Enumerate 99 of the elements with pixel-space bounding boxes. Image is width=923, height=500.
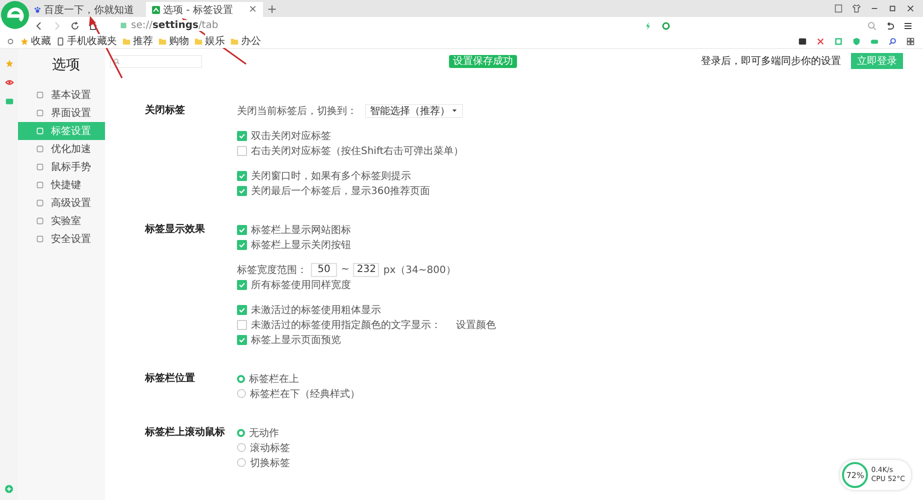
folder-icon — [194, 36, 203, 46]
square-icon — [36, 109, 44, 117]
address-field[interactable]: se://settings/tab — [120, 18, 635, 32]
checkbox[interactable] — [237, 334, 247, 344]
checkbox-option[interactable]: 所有标签使用同样宽度 — [237, 278, 351, 292]
memory-ring: 72% — [842, 462, 868, 488]
page-icon — [120, 22, 127, 29]
sidebar-item[interactable]: 鼠标手势 — [18, 158, 105, 176]
range-separator: ~ — [341, 264, 350, 275]
checkbox[interactable] — [237, 280, 247, 290]
sidebar-item[interactable]: 实验室 — [18, 212, 105, 230]
close-tab-button[interactable]: × — [248, 4, 257, 15]
grid-icon[interactable] — [906, 36, 915, 46]
square-icon — [36, 127, 44, 135]
sidebar-item[interactable]: 优化加速 — [18, 140, 105, 158]
sidebar-item[interactable]: 快捷键 — [18, 176, 105, 194]
checkbox[interactable] — [237, 186, 247, 196]
star-icon — [20, 36, 29, 46]
unit-hint: px（34~800） — [383, 264, 456, 276]
radio-button[interactable] — [237, 428, 245, 436]
folder-icon — [122, 36, 131, 46]
sidebar-item[interactable]: 基本设置 — [18, 86, 105, 104]
checkbox[interactable] — [237, 130, 247, 140]
close-icon[interactable] — [906, 4, 915, 13]
circle-icon[interactable] — [661, 20, 671, 30]
page-title: 选项 — [51, 56, 81, 75]
checkbox[interactable] — [237, 170, 247, 180]
folder-icon — [230, 36, 239, 46]
restore-icon[interactable] — [888, 4, 897, 13]
radio-option[interactable]: 标签栏在下（经典样式） — [237, 386, 360, 400]
section-title: 标签栏上滚动鼠标 — [145, 425, 226, 440]
set-color-button[interactable]: 设置颜色 — [453, 318, 499, 332]
search-icon — [113, 58, 120, 64]
radio-option[interactable]: 无动作 — [237, 426, 279, 440]
checkbox[interactable] — [237, 320, 247, 330]
checkbox-option[interactable]: 标签上显示页面预览 — [237, 332, 341, 346]
checkbox-option[interactable]: 未激活过的标签使用指定颜色的文字显示： — [237, 318, 441, 332]
radio-button[interactable] — [237, 389, 246, 398]
checkbox-option[interactable]: 未激活过的标签使用粗体显示 — [237, 302, 381, 316]
section-title: 标签显示效果 — [145, 222, 206, 237]
search-field[interactable] — [110, 54, 202, 68]
caret-icon — [451, 107, 458, 114]
square-icon — [36, 199, 44, 207]
forward-icon[interactable] — [52, 20, 62, 30]
cross-icon[interactable] — [816, 36, 825, 46]
screen-icon[interactable] — [798, 36, 807, 46]
section-title: 标签栏位置 — [145, 372, 196, 386]
search-icon[interactable] — [867, 20, 877, 30]
browser-tab[interactable]: 选项 - 标签设置 × — [146, 2, 263, 17]
sidebar-item[interactable]: 安全设置 — [18, 230, 105, 248]
sync-hint: 登录后，即可多端同步你的设置 — [701, 54, 841, 68]
dropdown[interactable]: 智能选择（推荐） — [365, 104, 463, 118]
menu-icon[interactable] — [903, 20, 913, 30]
number-field[interactable]: 50 — [311, 262, 337, 276]
section-title: 关闭标签 — [145, 104, 186, 118]
new-tab-button[interactable]: + — [267, 2, 278, 17]
radio-option[interactable]: 标签栏在上 — [237, 372, 299, 386]
square-icon — [36, 145, 44, 153]
radio-option[interactable]: 滚动标签 — [237, 440, 290, 454]
phone-icon — [56, 36, 65, 46]
option-label: 标签宽度范围： — [237, 264, 307, 276]
checkbox[interactable] — [237, 224, 247, 234]
back-icon[interactable] — [34, 20, 44, 30]
search-icon[interactable] — [888, 36, 897, 46]
reload-icon[interactable] — [70, 20, 80, 30]
star-icon[interactable] — [4, 59, 14, 68]
browser-tab[interactable]: 百度一下，你就知道 — [28, 2, 140, 17]
add-icon[interactable] — [4, 484, 14, 494]
square-icon — [36, 163, 44, 171]
folder-icon — [158, 36, 167, 46]
radio-button[interactable] — [237, 458, 246, 467]
checkbox-option[interactable]: 关闭窗口时，如果有多个标签则提示 — [237, 168, 411, 182]
settings-page-icon — [152, 6, 160, 14]
checkbox[interactable] — [237, 146, 247, 156]
checkbox-option[interactable]: 标签栏上显示关闭按钮 — [237, 238, 351, 252]
checkbox[interactable] — [237, 240, 247, 250]
checkbox-option[interactable]: 右击关闭对应标签（按住Shift右击可弹出菜单） — [237, 144, 464, 158]
radio-option[interactable]: 切换标签 — [237, 456, 290, 470]
lightning-icon[interactable] — [643, 20, 653, 30]
radio-button[interactable] — [237, 443, 246, 452]
checkbox-option[interactable]: 标签栏上显示网站图标 — [237, 222, 351, 236]
option-label: 关闭当前标签后，切换到： — [237, 104, 357, 118]
number-field[interactable]: 232 — [353, 262, 380, 276]
checkbox-option[interactable]: 关闭最后一个标签后，显示360推荐页面 — [237, 184, 430, 198]
saved-toast: 设置保存成功 — [449, 54, 517, 68]
square-icon — [36, 217, 44, 225]
checkbox-option[interactable]: 双击关闭对应标签 — [237, 128, 331, 142]
eye-icon[interactable] — [4, 78, 14, 87]
square-icon — [36, 181, 44, 189]
shield-icon[interactable] — [852, 36, 861, 46]
checkbox[interactable] — [237, 304, 247, 314]
square-icon — [36, 91, 44, 99]
paw-icon — [34, 6, 41, 14]
radio-button[interactable] — [237, 374, 245, 382]
square-icon — [36, 235, 44, 243]
sidebar-item[interactable]: 界面设置 — [18, 104, 105, 122]
shirt-icon[interactable] — [852, 4, 861, 13]
sidebar-item[interactable]: 高级设置 — [18, 194, 105, 212]
undo-icon[interactable] — [885, 20, 895, 30]
